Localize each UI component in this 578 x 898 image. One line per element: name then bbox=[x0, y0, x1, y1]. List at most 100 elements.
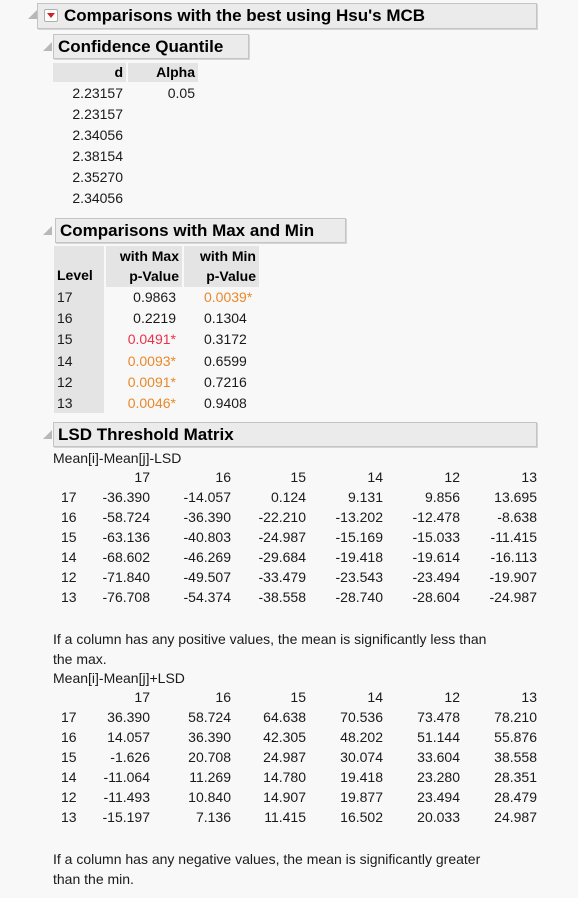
matrix-cell: 11.415 bbox=[264, 809, 306, 825]
matrix-row-header: 13 bbox=[61, 589, 77, 605]
matrix-column-header: 16 bbox=[215, 469, 231, 485]
matrix-cell: 0.124 bbox=[270, 489, 306, 505]
matrix-row-header: 13 bbox=[61, 809, 77, 825]
matrix-cell: -68.602 bbox=[102, 549, 150, 565]
with-min-pvalue-cell: 0.7216 bbox=[204, 373, 247, 390]
matrix-cell: -76.708 bbox=[102, 589, 150, 605]
matrix-cell: 7.136 bbox=[195, 809, 231, 825]
matrix-cell: -12.478 bbox=[412, 509, 460, 525]
matrix-cell: 14.780 bbox=[263, 769, 306, 785]
header-line: with Max bbox=[119, 248, 179, 264]
matrix-cell: 78.210 bbox=[494, 709, 537, 725]
matrix-cell: 73.478 bbox=[417, 709, 460, 725]
column-header-alpha: Alpha bbox=[128, 63, 198, 82]
matrix-cell: -23.494 bbox=[412, 569, 460, 585]
d-value-cell: 2.23157 bbox=[72, 106, 123, 122]
column-header-with-max: with Max p-Value bbox=[106, 246, 182, 287]
matrix-cell: -38.558 bbox=[258, 589, 306, 605]
header-line: p-Value bbox=[129, 268, 179, 284]
matrix-column-header: 13 bbox=[521, 689, 537, 705]
d-value-cell: 2.23157 bbox=[72, 85, 123, 101]
matrix-cell: -11.415 bbox=[490, 529, 537, 545]
matrix-cell: 19.877 bbox=[340, 789, 383, 805]
level-header-label: Level bbox=[57, 267, 93, 283]
level-cell: 14 bbox=[57, 352, 73, 369]
matrix-cell: -11.064 bbox=[103, 769, 150, 785]
with-min-pvalue-cell: 0.0039* bbox=[204, 289, 253, 305]
matrix-row-header: 14 bbox=[61, 549, 77, 565]
matrix-cell: -63.136 bbox=[102, 529, 150, 545]
matrix-cell: -36.390 bbox=[183, 509, 231, 525]
matrix-cell: 64.638 bbox=[263, 709, 306, 725]
matrix-cell: 38.558 bbox=[494, 749, 537, 765]
matrix-cell: 42.305 bbox=[263, 729, 306, 745]
red-triangle-menu-icon[interactable] bbox=[44, 9, 58, 22]
level-cell: 17 bbox=[57, 289, 73, 305]
disclosure-toggle-icon[interactable] bbox=[28, 10, 37, 19]
matrix-cell: -19.907 bbox=[489, 569, 537, 585]
level-cell: 16 bbox=[57, 310, 73, 327]
alpha-value-cell: 0.05 bbox=[167, 85, 195, 101]
with-min-pvalue-cell: 0.9408 bbox=[204, 395, 247, 411]
matrix-column-header: 12 bbox=[444, 469, 460, 485]
report-title: Comparisons with the best using Hsu's MC… bbox=[64, 6, 426, 25]
matrix-cell: 33.604 bbox=[417, 749, 460, 765]
matrix-cell: -13.202 bbox=[335, 509, 383, 525]
with-max-pvalue-cell: 0.2219 bbox=[133, 310, 176, 327]
matrix-cell: 70.536 bbox=[340, 709, 383, 725]
matrix-cell: 19.418 bbox=[340, 769, 383, 785]
matrix-cell: 55.876 bbox=[494, 729, 537, 745]
with-max-pvalue-cell: 0.0093* bbox=[127, 352, 176, 369]
matrix-column-header: 15 bbox=[290, 689, 306, 705]
matrix-cell: 9.856 bbox=[424, 489, 460, 505]
matrix-cell: 9.131 bbox=[347, 489, 383, 505]
matrix-cell: -33.479 bbox=[258, 569, 306, 585]
matrix-cell: -8.638 bbox=[497, 509, 537, 525]
matrix-cell: -1.626 bbox=[110, 749, 150, 765]
matrix-column-header: 17 bbox=[134, 469, 150, 485]
matrix-column-header: 17 bbox=[134, 689, 150, 705]
matrix-cell: 36.390 bbox=[188, 729, 231, 745]
header-line: p-Value bbox=[206, 268, 256, 284]
matrix-column-header: 14 bbox=[367, 689, 383, 705]
matrix-cell: -14.057 bbox=[183, 489, 231, 505]
with-max-pvalue-cell: 0.0046* bbox=[127, 395, 176, 411]
column-header-d: d bbox=[53, 63, 126, 82]
column-header-with-min: with Min p-Value bbox=[184, 246, 259, 287]
matrix-cell: 14.057 bbox=[107, 729, 150, 745]
matrix-cell: -15.169 bbox=[335, 529, 383, 545]
comparisons-header: Comparisons with Max and Min bbox=[55, 218, 346, 243]
matrix-cell: 20.708 bbox=[188, 749, 231, 765]
matrix-cell: -23.543 bbox=[335, 569, 383, 585]
matrix-row-header: 16 bbox=[61, 509, 77, 525]
level-cell: 13 bbox=[57, 395, 73, 411]
matrix-cell: 58.724 bbox=[188, 709, 231, 725]
matrix-cell: 13.695 bbox=[494, 489, 537, 505]
matrix-cell: -29.684 bbox=[258, 549, 306, 565]
lsd-header: LSD Threshold Matrix bbox=[53, 422, 537, 447]
matrix-column-header: 15 bbox=[290, 469, 306, 485]
matrix-row-header: 16 bbox=[61, 729, 77, 745]
d-value-cell: 2.34056 bbox=[72, 190, 123, 206]
disclosure-toggle-icon[interactable] bbox=[43, 430, 52, 439]
matrix-column-header: 16 bbox=[215, 689, 231, 705]
matrix-row-header: 17 bbox=[61, 709, 77, 725]
section-title: Comparisons with Max and Min bbox=[60, 221, 315, 240]
d-value-cell: 2.38154 bbox=[72, 148, 123, 164]
matrix-row-header: 15 bbox=[61, 749, 77, 765]
header-line: with Min bbox=[200, 248, 256, 264]
matrix-row-header: 12 bbox=[61, 789, 77, 805]
matrix-cell: 20.033 bbox=[417, 809, 460, 825]
with-min-pvalue-cell: 0.3172 bbox=[204, 331, 247, 348]
matrix-cell: -46.269 bbox=[183, 549, 231, 565]
matrix-cell: -24.987 bbox=[258, 529, 306, 545]
matrix-cell: -15.033 bbox=[412, 529, 460, 545]
level-cell: 12 bbox=[57, 373, 73, 390]
report-title-bar: Comparisons with the best using Hsu's MC… bbox=[37, 3, 537, 29]
disclosure-toggle-icon[interactable] bbox=[43, 42, 52, 51]
matrix-cell: -24.987 bbox=[489, 589, 537, 605]
disclosure-toggle-icon[interactable] bbox=[43, 226, 52, 235]
matrix-cell: 36.390 bbox=[107, 709, 150, 725]
section-title: Confidence Quantile bbox=[58, 37, 224, 56]
matrix-column-header: 13 bbox=[521, 469, 537, 485]
